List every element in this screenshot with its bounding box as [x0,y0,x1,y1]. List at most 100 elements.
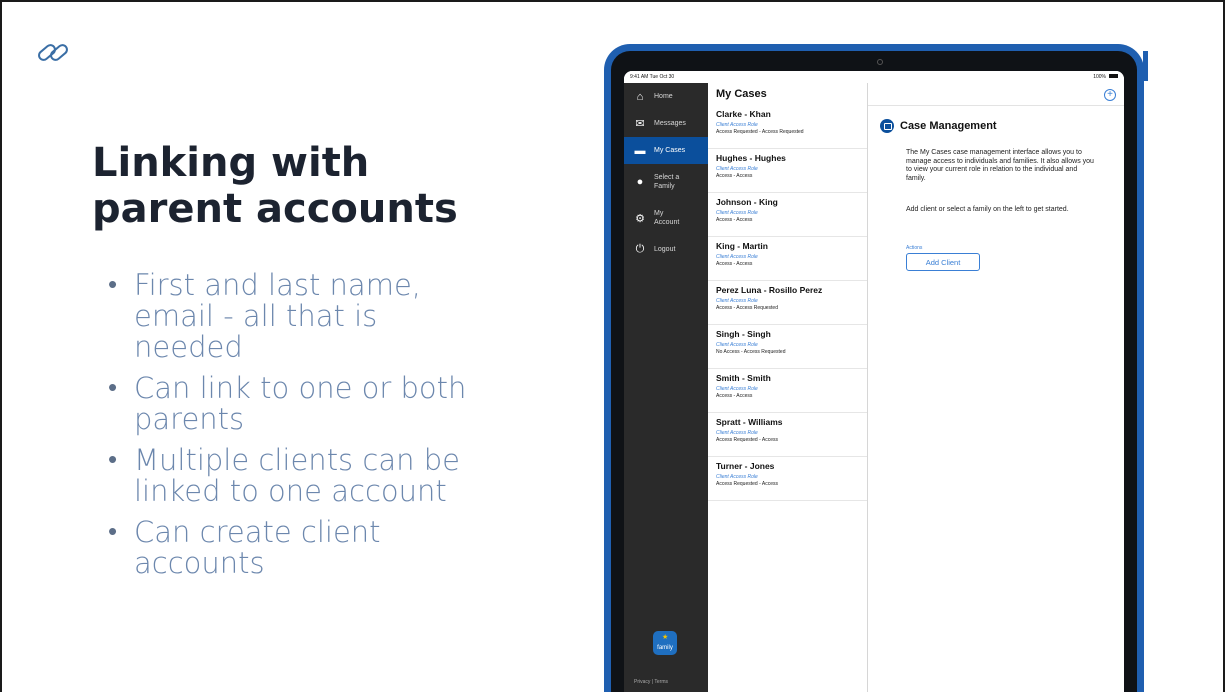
case-role: Client Access Role [716,298,758,304]
slide-title-line-1: Linking with [92,140,370,186]
case-access: Access - Access [716,393,753,399]
sidebar-item-label-line: Select a [654,174,680,181]
slide-title-line-2: parent accounts [92,186,458,232]
case-role: Client Access Role [716,254,758,260]
case-role: Client Access Role [716,430,758,436]
case-management-icon [880,119,894,133]
cases-list: My Cases Clarke - Khan Client Access Rol… [708,83,868,692]
sidebar-item-label-line: My [654,210,664,217]
link-icon [38,44,68,61]
bullet-item: First and last name, email - all that is… [108,268,552,364]
divider [868,105,1124,106]
sidebar-item-label: Select a Family [654,173,679,191]
bullet-text: Can link to one or both [134,371,467,405]
status-battery: 100% [1093,74,1106,80]
case-name: Singh - Singh [716,329,771,339]
case-name: Hughes - Hughes [716,153,786,163]
sidebar-item-label-line: Account [654,219,680,226]
actions-label: Actions [906,245,923,251]
case-role: Client Access Role [716,386,758,392]
case-access: Access Requested - Access [716,437,778,443]
tablet-side-button [1143,51,1148,81]
status-battery-wrap: 100% [1093,74,1118,80]
case-item[interactable]: Hughes - Hughes Client Access Role Acces… [708,149,867,193]
sidebar-item-label: My Account [654,209,679,227]
case-name: Clarke - Khan [716,109,771,119]
sidebar-item-label: Messages [654,120,686,127]
family-logo: ★ family [653,631,677,655]
status-time: 9:41 AM Tue Oct 30 [630,74,675,80]
bullet-list: First and last name, email - all that is… [108,268,552,589]
sidebar-item-label-line: Family [654,183,675,190]
bullet-text: First and last name, [134,268,422,302]
case-access: Access Requested - Access Requested [716,129,804,135]
case-management-instruction: Add client or select a family on the lef… [906,206,1069,213]
case-role: Client Access Role [716,474,758,480]
case-role: Client Access Role [716,342,758,348]
case-name: Turner - Jones [716,461,775,471]
bullet-item: Can link to one or both parents [108,371,552,436]
case-name: Smith - Smith [716,373,771,383]
case-item[interactable]: Johnson - King Client Access Role Access… [708,193,867,237]
sidebar-item-my-account[interactable]: ⚙ My Account [624,200,708,236]
case-management-title: Case Management [900,120,997,132]
add-client-button[interactable]: Add Client [906,253,980,271]
case-item[interactable]: Spratt - Williams Client Access Role Acc… [708,413,867,457]
case-item[interactable]: Singh - Singh Client Access Role No Acce… [708,325,867,369]
case-management-description: The My Cases case management interface a… [906,149,1094,182]
sidebar-item-label: Logout [654,246,676,253]
case-item[interactable]: Smith - Smith Client Access Role Access … [708,369,867,413]
sidebar-item-my-cases[interactable]: ▬ My Cases [624,137,708,164]
camera-icon [877,59,883,65]
power-icon: ⏻ [635,243,645,255]
bullet-text: linked to one account [134,474,447,508]
tablet-screen: 9:41 AM Tue Oct 30 100% ⌂ Home ✉ Message… [624,71,1124,692]
bullet-text: email - all that is [134,299,378,333]
slide-title: Linking with parent accounts [92,140,572,232]
sidebar-item-select-family[interactable]: ● Select a Family [624,164,708,200]
bullet-item: Multiple clients can be linked to one ac… [108,443,552,508]
add-case-plus-icon[interactable]: + [1104,89,1116,101]
status-bar: 9:41 AM Tue Oct 30 100% [624,71,1124,83]
case-item[interactable]: King - Martin Client Access Role Access … [708,237,867,281]
sidebar-item-logout[interactable]: ⏻ Logout [624,236,708,263]
case-access: Access - Access [716,173,753,179]
star-icon: ★ [662,634,669,641]
case-name: Perez Luna - Rosillo Perez [716,285,823,295]
case-name: King - Martin [716,241,768,251]
case-item[interactable]: Clarke - Khan Client Access Role Access … [708,105,867,149]
case-name: Johnson - King [716,197,778,207]
case-access: No Access - Access Requested [716,349,786,355]
case-item[interactable]: Perez Luna - Rosillo Perez Client Access… [708,281,867,325]
case-access: Access - Access [716,261,753,267]
case-role: Client Access Role [716,166,758,172]
battery-icon [1109,74,1118,78]
sidebar-item-label: My Cases [654,147,686,154]
sidebar-item-messages[interactable]: ✉ Messages [624,110,708,137]
logo-text: family [657,645,673,651]
case-name: Spratt - Williams [716,417,783,427]
bullet-text: needed [134,330,243,364]
sidebar: ⌂ Home ✉ Messages ▬ My Cases ● Select a … [624,83,708,692]
case-access: Access - Access [716,217,753,223]
bullet-text: Can create client [134,515,381,549]
briefcase-icon: ▬ [634,144,646,157]
person-icon: ● [636,176,644,188]
gear-icon: ⚙ [635,212,645,225]
app-window: ⌂ Home ✉ Messages ▬ My Cases ● Select a … [624,83,1124,692]
bullet-text: Multiple clients can be [134,443,460,477]
home-icon: ⌂ [636,90,644,103]
case-access: Access Requested - Access [716,481,778,487]
bullet-text: parents [134,402,245,436]
sidebar-item-home[interactable]: ⌂ Home [624,83,708,110]
bullet-text: accounts [134,546,265,580]
tablet-device: 9:41 AM Tue Oct 30 100% ⌂ Home ✉ Message… [604,44,1148,692]
bullet-item: Can create client accounts [108,515,552,580]
footer-links[interactable]: Privacy | Terms [634,679,668,685]
envelope-icon: ✉ [635,118,645,130]
sidebar-item-label: Home [654,93,673,100]
case-role: Client Access Role [716,210,758,216]
case-access: Access - Access Requested [716,305,778,311]
case-item[interactable]: Turner - Jones Client Access Role Access… [708,457,867,501]
case-role: Client Access Role [716,122,758,128]
